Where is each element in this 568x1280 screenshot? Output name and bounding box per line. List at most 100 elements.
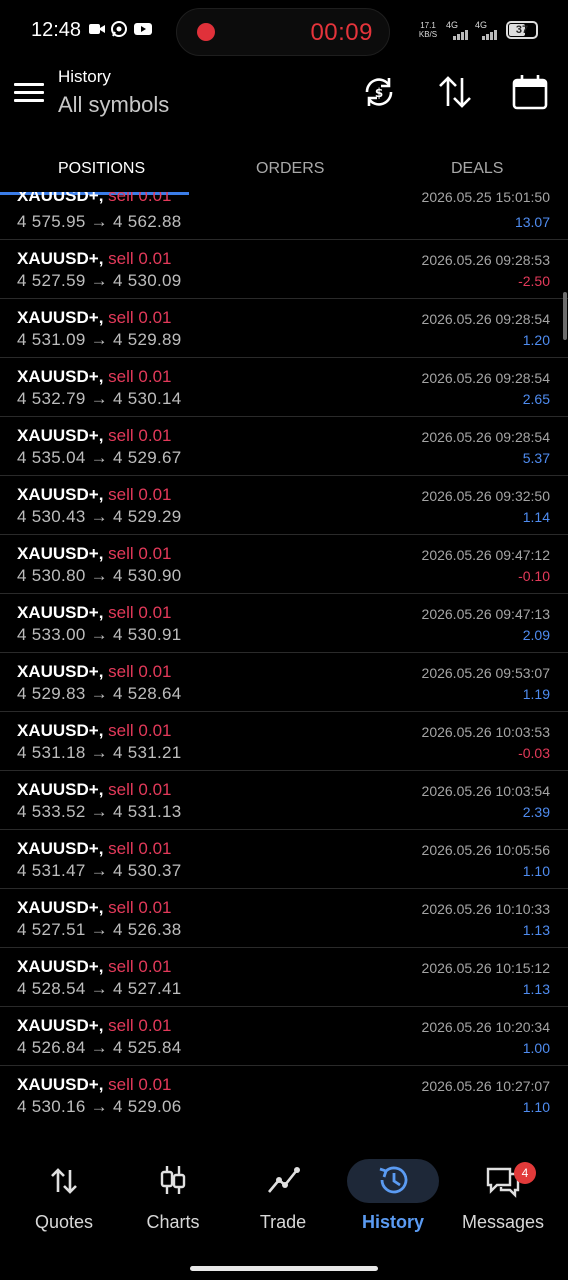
position-symbol: XAUUSD+, sell 0.01 — [17, 485, 172, 504]
position-date: 2026.05.26 09:28:54 — [421, 311, 550, 327]
position-row[interactable]: XAUUSD+, sell 0.01 4 533.00 → 4 530.91 202… — [0, 594, 568, 653]
status-bar: 12:48 00:09 17.1 KB/S 4G 4G 37 — [0, 0, 568, 62]
open-price: 4 529.83 — [17, 684, 86, 703]
open-price: 4 531.18 — [17, 743, 86, 762]
position-row[interactable]: XAUUSD+, sell 0.01 4 530.43 → 4 529.29 202… — [0, 476, 568, 535]
open-price: 4 532.79 — [17, 389, 86, 408]
open-price: 4 575.95 — [17, 212, 86, 231]
price-arrow: → — [90, 802, 108, 821]
position-side: sell 0.01 — [108, 780, 172, 799]
position-row[interactable]: XAUUSD+, sell 0.01 4 526.84 → 4 525.84 202… — [0, 1007, 568, 1066]
position-row[interactable]: XAUUSD+, sell 0.01 4 527.59 → 4 530.09 202… — [0, 240, 568, 299]
whatsapp-icon — [111, 21, 127, 37]
position-row[interactable]: XAUUSD+, sell 0.01 4 531.09 → 4 529.89 202… — [0, 299, 568, 358]
quotes-icon — [51, 1168, 77, 1194]
close-price: 4 530.90 — [112, 566, 182, 585]
nav-trade[interactable]: Trade — [228, 1150, 338, 1240]
nav-messages[interactable]: 4 Messages — [448, 1150, 558, 1240]
open-price: 4 530.80 — [17, 566, 86, 585]
nav-quotes[interactable]: Quotes — [9, 1150, 119, 1240]
position-date: 2026.05.26 09:47:12 — [421, 547, 550, 563]
position-prices: 4 528.54 → 4 527.41 — [17, 979, 182, 999]
sync-icon[interactable]: $ — [359, 72, 399, 112]
calendar-icon[interactable] — [510, 72, 550, 112]
close-price: 4 529.89 — [112, 330, 182, 349]
position-row[interactable]: XAUUSD+, sell 0.01 4 533.52 → 4 531.13 202… — [0, 771, 568, 830]
screen-recording-indicator[interactable]: 00:09 — [176, 8, 390, 56]
position-side: sell 0.01 — [108, 603, 172, 622]
position-profit: -0.03 — [518, 745, 550, 761]
symbol-filter[interactable]: All symbols — [58, 92, 169, 118]
tab-positions[interactable]: POSITIONS — [58, 160, 145, 178]
position-row[interactable]: XAUUSD+, sell 0.01 4 532.79 → 4 530.14 202… — [0, 358, 568, 417]
position-side: sell 0.01 — [108, 957, 172, 976]
position-side: sell 0.01 — [108, 426, 172, 445]
open-price: 4 530.43 — [17, 507, 86, 526]
position-date: 2026.05.26 09:32:50 — [421, 488, 550, 504]
open-price: 4 527.51 — [17, 920, 86, 939]
position-profit: 2.09 — [522, 627, 550, 643]
scrollbar[interactable] — [563, 292, 567, 340]
bottom-navigation: Quotes Charts Trade History 4 Messages — [0, 1150, 568, 1250]
position-prices: 4 530.43 → 4 529.29 — [17, 507, 182, 527]
position-symbol: XAUUSD+, sell 0.01 — [17, 839, 172, 858]
position-prices: 4 535.04 → 4 529.67 — [17, 448, 182, 468]
position-date: 2026.05.26 10:05:56 — [421, 842, 550, 858]
position-symbol: XAUUSD+, sell 0.01 — [17, 1075, 172, 1094]
position-row[interactable]: XAUUSD+, sell 0.01 4 527.51 → 4 526.38 202… — [0, 889, 568, 948]
position-row[interactable]: XAUUSD+, sell 0.01 4 535.04 → 4 529.67 202… — [0, 417, 568, 476]
nav-history[interactable]: History — [338, 1150, 448, 1240]
tab-deals[interactable]: DEALS — [451, 160, 503, 178]
nav-label: Messages — [461, 1212, 545, 1232]
price-arrow: → — [90, 448, 108, 467]
position-row[interactable]: XAUUSD+, sell 0.01 4 529.83 → 4 528.64 202… — [0, 653, 568, 712]
open-price: 4 526.84 — [17, 1038, 86, 1057]
position-profit: 1.13 — [522, 922, 550, 938]
price-arrow: → — [90, 271, 108, 290]
hamburger-icon — [14, 83, 44, 86]
battery-level: 37 — [515, 24, 529, 36]
position-prices: 4 526.84 → 4 525.84 — [17, 1038, 182, 1058]
position-side: sell 0.01 — [108, 839, 172, 858]
position-symbol: XAUUSD+, sell 0.01 — [17, 192, 172, 206]
close-price: 4 526.38 — [112, 920, 182, 939]
position-row[interactable]: XAUUSD+, sell 0.01 4 531.18 → 4 531.21 202… — [0, 712, 568, 771]
positions-list[interactable]: XAUUSD+, sell 0.01 4 575.95 → 4 562.88 202… — [0, 192, 568, 1124]
position-prices: 4 529.83 → 4 528.64 — [17, 684, 182, 704]
price-arrow: → — [90, 743, 108, 762]
position-row[interactable]: XAUUSD+, sell 0.01 4 528.54 → 4 527.41 202… — [0, 948, 568, 1007]
position-symbol: XAUUSD+, sell 0.01 — [17, 603, 172, 622]
close-price: 4 530.37 — [112, 861, 182, 880]
sort-icon[interactable] — [435, 72, 475, 112]
tab-orders[interactable]: ORDERS — [256, 160, 324, 178]
position-symbol: XAUUSD+, sell 0.01 — [17, 662, 172, 681]
position-prices: 4 575.95 → 4 562.88 — [17, 212, 182, 232]
position-profit: -2.50 — [518, 273, 550, 289]
position-date: 2026.05.25 15:01:50 — [421, 192, 550, 205]
position-side: sell 0.01 — [108, 1075, 172, 1094]
position-row[interactable]: XAUUSD+, sell 0.01 4 531.47 → 4 530.37 202… — [0, 830, 568, 889]
position-date: 2026.05.26 10:20:34 — [421, 1019, 550, 1035]
position-prices: 4 527.51 → 4 526.38 — [17, 920, 182, 940]
position-row[interactable]: XAUUSD+, sell 0.01 4 530.16 → 4 529.06 202… — [0, 1066, 568, 1124]
open-price: 4 528.54 — [17, 979, 86, 998]
open-price: 4 531.47 — [17, 861, 86, 880]
close-price: 4 525.84 — [112, 1038, 182, 1057]
home-indicator[interactable] — [190, 1266, 378, 1271]
position-row[interactable]: XAUUSD+, sell 0.01 4 575.95 → 4 562.88 202… — [0, 192, 568, 240]
position-date: 2026.05.26 09:28:54 — [421, 370, 550, 386]
close-price: 4 529.29 — [112, 507, 182, 526]
price-arrow: → — [90, 330, 108, 349]
position-date: 2026.05.26 09:47:13 — [421, 606, 550, 622]
position-prices: 4 533.52 → 4 531.13 — [17, 802, 182, 822]
position-profit: 1.14 — [522, 509, 550, 525]
position-profit: 13.07 — [514, 214, 550, 230]
price-arrow: → — [90, 861, 108, 880]
position-profit: 1.10 — [522, 1099, 550, 1115]
menu-button[interactable] — [14, 78, 44, 108]
position-row[interactable]: XAUUSD+, sell 0.01 4 530.80 → 4 530.90 202… — [0, 535, 568, 594]
history-tabs: POSITIONS ORDERS DEALS — [0, 148, 568, 192]
nav-charts[interactable]: Charts — [118, 1150, 228, 1240]
signal-icon: 4G — [444, 20, 468, 40]
price-arrow: → — [90, 389, 108, 408]
